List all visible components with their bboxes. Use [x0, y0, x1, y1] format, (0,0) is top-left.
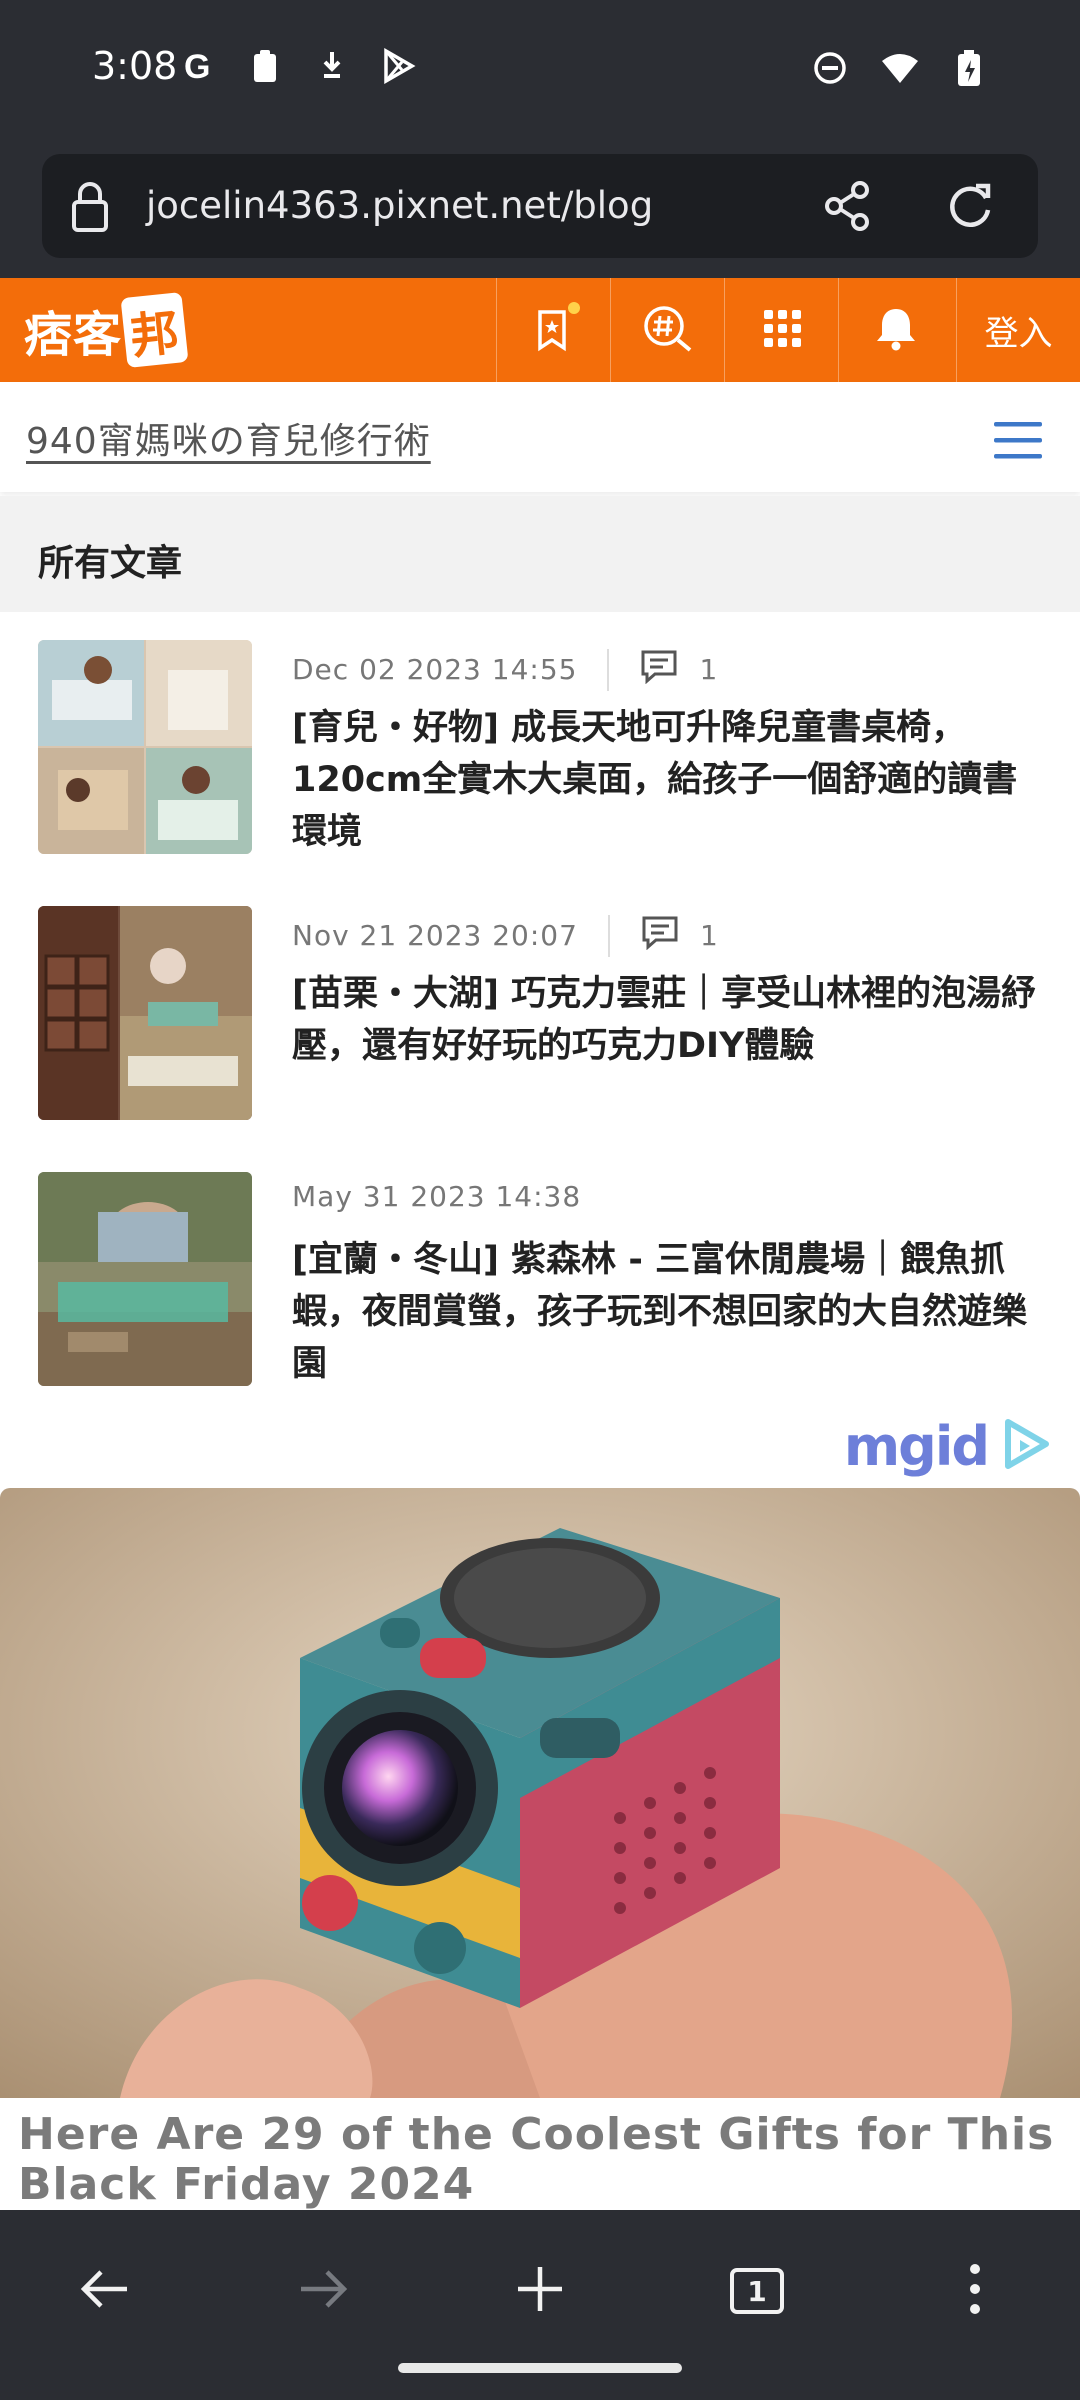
status-bar: 3:08 G: [0, 0, 1080, 136]
google-icon: G: [180, 46, 220, 86]
do-not-disturb-icon: [810, 48, 850, 88]
hashtag-search-button[interactable]: [610, 278, 724, 382]
download-icon: [312, 46, 352, 86]
reload-icon[interactable]: [940, 176, 1000, 236]
tab-count: 1: [747, 2274, 767, 2308]
forward-button[interactable]: [278, 2246, 368, 2336]
bookmark-button[interactable]: [496, 278, 610, 382]
article-meta: Nov 21 2023 20:07 1: [292, 914, 719, 957]
apps-grid-icon: [762, 308, 802, 352]
url-bar[interactable]: jocelin4363.pixnet.net/blog: [42, 154, 1038, 258]
article-item[interactable]: May 31 2023 14:38 [宜蘭・冬山] 紫森林 - 三富休閒農場｜餵…: [0, 1172, 1080, 1412]
ad-choices-icon: [998, 1416, 1054, 1476]
clipboard-icon: [246, 46, 286, 86]
hashtag-search-icon: [642, 304, 694, 356]
share-icon[interactable]: [818, 176, 878, 236]
lock-icon[interactable]: [70, 180, 110, 232]
article-meta: May 31 2023 14:38: [292, 1180, 581, 1213]
forward-icon: [297, 2267, 349, 2315]
comment-count[interactable]: 1: [640, 914, 719, 957]
wifi-icon: [880, 48, 920, 88]
article-title[interactable]: [育兒・好物] 成長天地可升降兒童書桌椅，120cm全實木大桌面，給孩子一個舒適…: [292, 702, 1044, 858]
more-menu-icon: [969, 2263, 981, 2319]
hamburger-menu-icon[interactable]: [994, 420, 1042, 460]
login-button[interactable]: 登入: [956, 278, 1080, 382]
blog-title[interactable]: 940甯媽咪の育兒修行術: [26, 412, 431, 464]
article-title[interactable]: [苗栗・大湖] 巧克力雲莊｜享受山林裡的泡湯紓壓，還有好好玩的巧克力DIY體驗: [292, 968, 1044, 1072]
ad-image[interactable]: [0, 1488, 1080, 2098]
battery-icon: [950, 48, 990, 88]
ad-caption[interactable]: Here Are 29 of the Coolest Gifts for Thi…: [0, 2098, 1080, 2210]
bookmark-icon: [534, 302, 580, 352]
back-button[interactable]: [60, 2246, 150, 2336]
svg-text:G: G: [184, 48, 210, 84]
article-date: May 31 2023 14:38: [292, 1180, 582, 1213]
more-menu-button[interactable]: [930, 2246, 1020, 2336]
login-label: 登入: [984, 313, 1053, 354]
tab-switcher-icon: 1: [730, 2268, 784, 2314]
article-item[interactable]: Nov 21 2023 20:07 1 [苗栗・大湖] 巧克力雲莊｜享受山林裡的…: [0, 906, 1080, 1146]
article-thumbnail[interactable]: [38, 640, 252, 854]
ad-title[interactable]: Here Are 29 of the Coolest Gifts for Thi…: [18, 2110, 1058, 2210]
comment-icon: [640, 914, 680, 957]
meta-divider: [607, 914, 610, 957]
comment-count[interactable]: 1: [639, 648, 718, 691]
comment-icon: [639, 648, 679, 691]
mgid-wordmark: mgid: [843, 1414, 990, 1478]
apps-grid-button[interactable]: [724, 278, 838, 382]
comment-number: 1: [699, 919, 719, 952]
article-date: Dec 02 2023 14:55: [292, 653, 578, 686]
article-item[interactable]: Dec 02 2023 14:55 1 [育兒・好物] 成長天地可升降兒童書桌椅…: [0, 640, 1080, 880]
play-store-icon: [378, 46, 418, 86]
comment-number: 1: [699, 653, 719, 686]
article-title[interactable]: [宜蘭・冬山] 紫森林 - 三富休閒農場｜餵魚抓蝦，夜間賞螢，孩子玩到不想回家的…: [292, 1234, 1044, 1390]
section-header: 所有文章: [0, 496, 1080, 612]
home-gesture-pill[interactable]: [398, 2363, 682, 2373]
blog-title-bar: 940甯媽咪の育兒修行術: [0, 382, 1080, 492]
section-title: 所有文章: [38, 543, 183, 584]
new-tab-icon: [515, 2264, 565, 2318]
tab-switcher-button[interactable]: 1: [712, 2246, 802, 2336]
mgid-logo[interactable]: mgid: [844, 1414, 1054, 1478]
article-thumbnail[interactable]: [38, 906, 252, 1120]
new-tab-button[interactable]: [495, 2246, 585, 2336]
notification-dot: [567, 302, 580, 314]
status-time: 3:08: [92, 44, 178, 88]
notifications-button[interactable]: [838, 278, 952, 382]
browser-toolbar: jocelin4363.pixnet.net/blog: [0, 136, 1080, 278]
meta-divider: [607, 648, 610, 691]
back-icon: [79, 2267, 131, 2315]
pixnet-logo[interactable]: 痞客邦: [24, 292, 189, 368]
url-text[interactable]: jocelin4363.pixnet.net/blog: [146, 184, 653, 227]
article-thumbnail[interactable]: [38, 1172, 252, 1386]
site-header: 痞客邦 登入: [0, 278, 1080, 382]
bell-icon: [874, 305, 918, 355]
article-meta: Dec 02 2023 14:55 1: [292, 648, 718, 691]
article-date: Nov 21 2023 20:07: [292, 919, 578, 952]
